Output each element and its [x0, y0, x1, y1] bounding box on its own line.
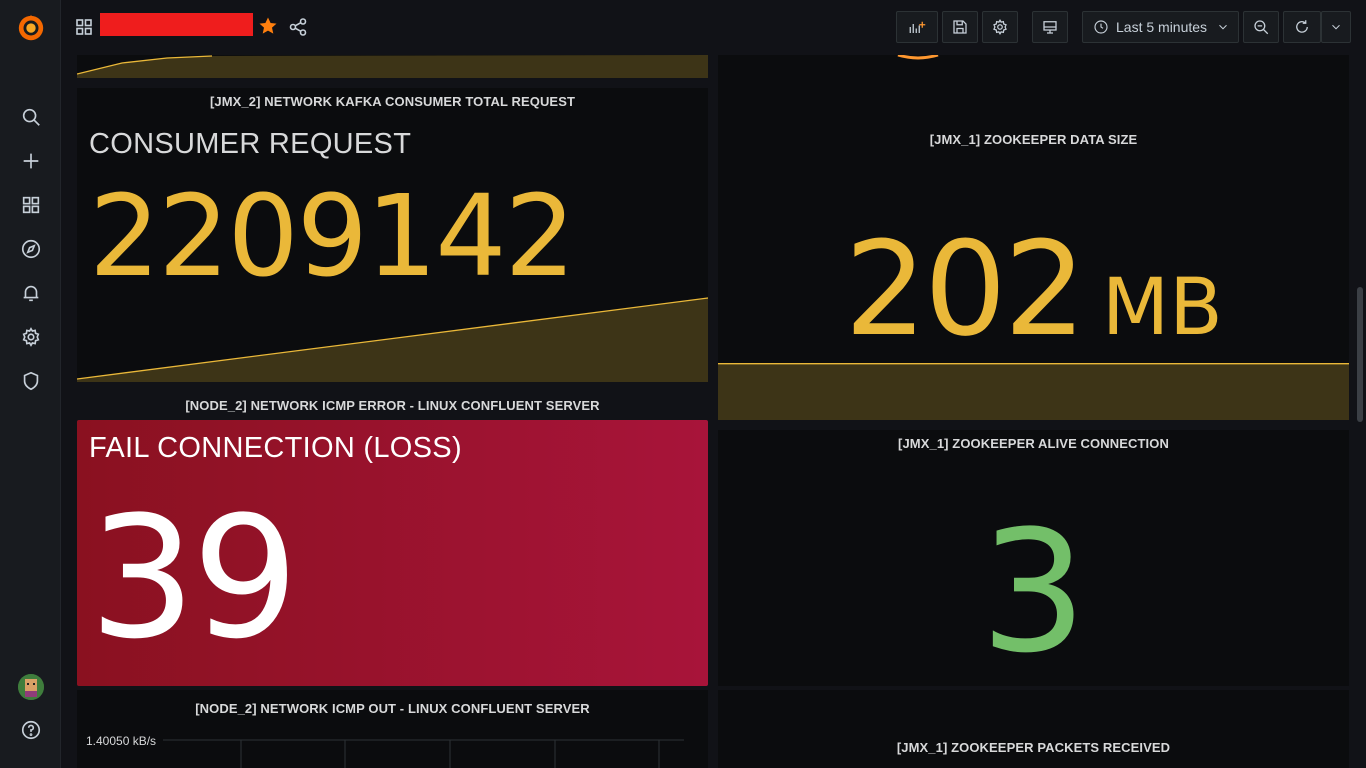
panel-title: [NODE_2] NETWORK ICMP ERROR - LINUX CONF…: [185, 398, 600, 413]
plus-icon[interactable]: [0, 143, 61, 179]
explore-icon[interactable]: [0, 231, 61, 267]
save-icon: [953, 20, 967, 34]
panel-zookeeper-data-size[interactable]: [JMX_1] ZOOKEEPER DATA SIZE 202 MB: [718, 55, 1349, 420]
sidebar: [0, 0, 61, 768]
share-icon[interactable]: [288, 17, 308, 37]
panel-title: [JMX_1] ZOOKEEPER DATA SIZE: [929, 132, 1138, 147]
stat-value-wrap: 202 MB: [718, 213, 1349, 365]
dashboard-grid-icon[interactable]: [75, 18, 93, 36]
shield-icon[interactable]: [0, 363, 61, 399]
grafana-logo[interactable]: [0, 8, 61, 48]
search-icon[interactable]: [0, 99, 61, 135]
grafana-logo-icon: [18, 14, 43, 41]
chevron-down-icon: [1219, 24, 1227, 30]
configuration-icon[interactable]: [0, 319, 61, 355]
refresh-button[interactable]: [1283, 11, 1321, 43]
time-range-label: Last 5 minutes: [1116, 19, 1208, 35]
dashboard-settings-button[interactable]: [982, 11, 1018, 43]
help-icon[interactable]: [0, 712, 61, 748]
gear-icon: [993, 19, 1007, 35]
gauge-arc-fragment: [897, 55, 939, 60]
stat-unit: MB: [1101, 263, 1223, 353]
avatar[interactable]: [18, 674, 44, 700]
sparkline-area: [77, 297, 708, 382]
zoom-out-icon: [1254, 20, 1269, 35]
refresh-interval-dropdown[interactable]: [1321, 11, 1351, 43]
add-panel-button[interactable]: [896, 11, 938, 43]
stat-value: 3: [980, 494, 1087, 686]
topbar: Last 5 minutes: [61, 0, 1366, 55]
alerting-icon[interactable]: [0, 275, 61, 311]
stat-value: 202: [844, 213, 1086, 365]
panel-icmp-error[interactable]: FAIL CONNECTION (LOSS) 39: [77, 420, 708, 686]
stat-label: CONSUMER REQUEST: [89, 128, 412, 160]
sparkline-area: [77, 55, 708, 78]
stat-label: FAIL CONNECTION (LOSS): [89, 432, 462, 464]
stat-value: 39: [89, 480, 299, 676]
monitor-icon: [1043, 21, 1057, 34]
sparkline-area: [718, 363, 1349, 420]
panel-title: [JMX_1] ZOOKEEPER PACKETS RECEIVED: [896, 740, 1171, 755]
panel-title: [NODE_2] NETWORK ICMP OUT - LINUX CONFLU…: [195, 701, 590, 716]
graph-grid: [163, 739, 684, 768]
scrollbar[interactable]: [1357, 287, 1363, 422]
dashboard-title-redacted[interactable]: [100, 13, 253, 36]
zoom-out-button[interactable]: [1243, 11, 1279, 43]
clock-icon: [1094, 20, 1108, 34]
panel-previous-sparkline: [77, 55, 708, 78]
panel-zookeeper-alive[interactable]: [JMX_1] ZOOKEEPER ALIVE CONNECTION 3: [718, 430, 1349, 686]
cycle-view-mode-button[interactable]: [1032, 11, 1068, 43]
panel-icmp-out[interactable]: [NODE_2] NETWORK ICMP OUT - LINUX CONFLU…: [77, 690, 708, 768]
panel-consumer-request[interactable]: [JMX_2] NETWORK KAFKA CONSUMER TOTAL REQ…: [77, 88, 708, 382]
refresh-icon: [1296, 20, 1308, 33]
chevron-down-icon: [1332, 24, 1340, 30]
stat-value: 2209142: [89, 172, 576, 302]
dashboards-icon[interactable]: [0, 187, 61, 223]
star-icon[interactable]: [258, 16, 278, 36]
panel-title: [JMX_1] ZOOKEEPER ALIVE CONNECTION: [898, 436, 1169, 451]
panel-title: [JMX_2] NETWORK KAFKA CONSUMER TOTAL REQ…: [209, 94, 576, 109]
save-dashboard-button[interactable]: [942, 11, 978, 43]
panel-zookeeper-packets[interactable]: [JMX_1] ZOOKEEPER PACKETS RECEIVED: [718, 690, 1349, 768]
add-panel-icon: [909, 21, 926, 33]
time-range-picker[interactable]: Last 5 minutes: [1082, 11, 1239, 43]
